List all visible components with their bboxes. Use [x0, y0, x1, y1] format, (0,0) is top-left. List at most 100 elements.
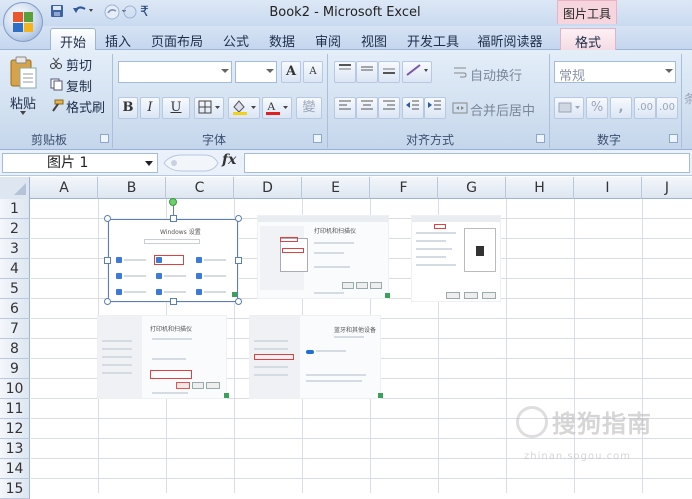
merge-center-button[interactable]: 合并后居中	[470, 100, 535, 119]
italic-button[interactable]: I	[140, 97, 160, 119]
copy-button[interactable]: 复制	[66, 76, 92, 95]
tab-formulas[interactable]: 公式	[218, 28, 254, 50]
save-icon[interactable]	[50, 4, 64, 22]
tab-page-layout[interactable]: 页面布局	[146, 28, 208, 50]
clipboard-launcher-icon[interactable]	[100, 134, 109, 143]
column-header-h[interactable]: H	[506, 177, 574, 199]
tab-foxit-reader[interactable]: 福昕阅读器	[472, 28, 548, 50]
column-header-e[interactable]: E	[302, 177, 370, 199]
row-header-13[interactable]: 13	[0, 439, 30, 459]
resize-handle-ne[interactable]	[235, 215, 242, 222]
cut-icon[interactable]	[50, 57, 62, 72]
grow-font-button[interactable]: A	[281, 61, 301, 83]
undo-icon[interactable]	[72, 4, 94, 22]
align-left-icon[interactable]	[334, 97, 356, 119]
fill-color-button[interactable]	[228, 97, 260, 119]
cut-button[interactable]: 剪切	[66, 55, 92, 74]
align-top-icon[interactable]	[334, 61, 356, 83]
wrap-text-button[interactable]: 自动换行	[470, 65, 522, 84]
tab-format[interactable]: 格式	[560, 28, 616, 51]
picture-bluetooth-devices[interactable]: 蓝牙和其他设备	[250, 316, 380, 398]
format-painter-icon[interactable]	[50, 99, 64, 115]
copy-icon[interactable]	[50, 78, 63, 94]
column-header-a[interactable]: A	[31, 177, 98, 199]
resize-handle-s[interactable]	[170, 298, 177, 305]
column-header-f[interactable]: F	[370, 177, 438, 199]
customize-quick-access-icon[interactable]: ₹	[140, 4, 149, 22]
increase-indent-icon[interactable]	[424, 97, 446, 119]
align-bottom-icon[interactable]	[378, 61, 400, 83]
align-center-icon[interactable]	[356, 97, 378, 119]
wrap-text-icon[interactable]	[452, 64, 468, 83]
decrease-decimal-button[interactable]: .00	[656, 97, 678, 119]
row-header-3[interactable]: 3	[0, 239, 30, 259]
tab-view[interactable]: 视图	[356, 28, 392, 50]
row-header-11[interactable]: 11	[0, 399, 30, 419]
tab-insert[interactable]: 插入	[100, 28, 136, 50]
font-launcher-icon[interactable]	[313, 134, 322, 143]
increase-decimal-button[interactable]: .00	[634, 97, 656, 119]
office-button[interactable]	[3, 2, 43, 42]
paste-dropdown-icon[interactable]	[20, 111, 26, 115]
picture-printer-properties[interactable]	[412, 216, 500, 301]
column-header-b[interactable]: B	[98, 177, 166, 199]
resize-handle-sw[interactable]	[104, 298, 111, 305]
resize-handle-e[interactable]	[235, 257, 242, 264]
bold-button[interactable]: B	[118, 97, 138, 119]
merge-center-icon[interactable]	[452, 100, 468, 119]
insert-function-button[interactable]: fx	[222, 152, 236, 168]
picture-printers-menu[interactable]: 打印机和扫描仪	[258, 216, 388, 298]
resize-handle-n[interactable]	[170, 215, 177, 222]
number-launcher-icon[interactable]	[669, 134, 678, 143]
shrink-font-button[interactable]: A	[303, 61, 323, 83]
row-header-7[interactable]: 7	[0, 319, 30, 339]
picture-printers-scanners[interactable]: 打印机和扫描仪	[98, 316, 226, 398]
accounting-format-icon[interactable]	[554, 97, 584, 119]
redo-icon[interactable]	[100, 4, 140, 22]
resize-handle-nw[interactable]	[104, 215, 111, 222]
row-header-6[interactable]: 6	[0, 299, 30, 319]
row-header-14[interactable]: 14	[0, 459, 30, 479]
orientation-icon[interactable]	[402, 61, 432, 83]
alignment-launcher-icon[interactable]	[536, 134, 545, 143]
percent-style-button[interactable]: %	[586, 97, 608, 119]
comma-style-button[interactable]: ,	[610, 97, 632, 119]
resize-handle-se[interactable]	[235, 298, 242, 305]
name-box[interactable]: 图片 1	[2, 153, 158, 173]
tab-review[interactable]: 审阅	[310, 28, 346, 50]
row-header-15[interactable]: 15	[0, 479, 30, 499]
align-middle-icon[interactable]	[356, 61, 378, 83]
styles-group-partial[interactable]: 条	[684, 90, 692, 107]
phonetic-guide-button[interactable]: 變	[296, 97, 322, 119]
font-size-select[interactable]	[235, 61, 277, 83]
paste-icon[interactable]	[8, 56, 42, 92]
formula-input[interactable]	[244, 153, 690, 173]
column-header-c[interactable]: C	[166, 177, 234, 199]
row-header-9[interactable]: 9	[0, 359, 30, 379]
row-header-1[interactable]: 1	[0, 199, 30, 219]
resize-handle-w[interactable]	[104, 257, 111, 264]
paste-button[interactable]: 粘贴	[10, 93, 36, 112]
column-header-d[interactable]: D	[234, 177, 302, 199]
font-family-select[interactable]	[118, 61, 232, 83]
row-header-12[interactable]: 12	[0, 419, 30, 439]
column-header-g[interactable]: G	[438, 177, 506, 199]
number-format-select[interactable]: 常规	[554, 61, 676, 84]
column-header-j[interactable]: J	[642, 177, 692, 199]
tab-data[interactable]: 数据	[264, 28, 300, 50]
rotation-handle[interactable]	[169, 198, 177, 206]
column-header-i[interactable]: I	[574, 177, 642, 199]
row-header-10[interactable]: 10	[0, 379, 30, 399]
name-box-dropdown-icon[interactable]	[145, 161, 153, 166]
font-color-button[interactable]: A	[262, 97, 292, 119]
format-painter-button[interactable]: 格式刷	[66, 97, 105, 116]
underline-button[interactable]: U	[162, 97, 190, 119]
borders-button[interactable]	[194, 97, 224, 119]
row-header-8[interactable]: 8	[0, 339, 30, 359]
row-header-5[interactable]: 5	[0, 279, 30, 299]
tab-home[interactable]: 开始	[50, 28, 96, 51]
row-header-4[interactable]: 4	[0, 259, 30, 279]
row-header-2[interactable]: 2	[0, 219, 30, 239]
align-right-icon[interactable]	[378, 97, 400, 119]
tab-developer[interactable]: 开发工具	[402, 28, 464, 50]
